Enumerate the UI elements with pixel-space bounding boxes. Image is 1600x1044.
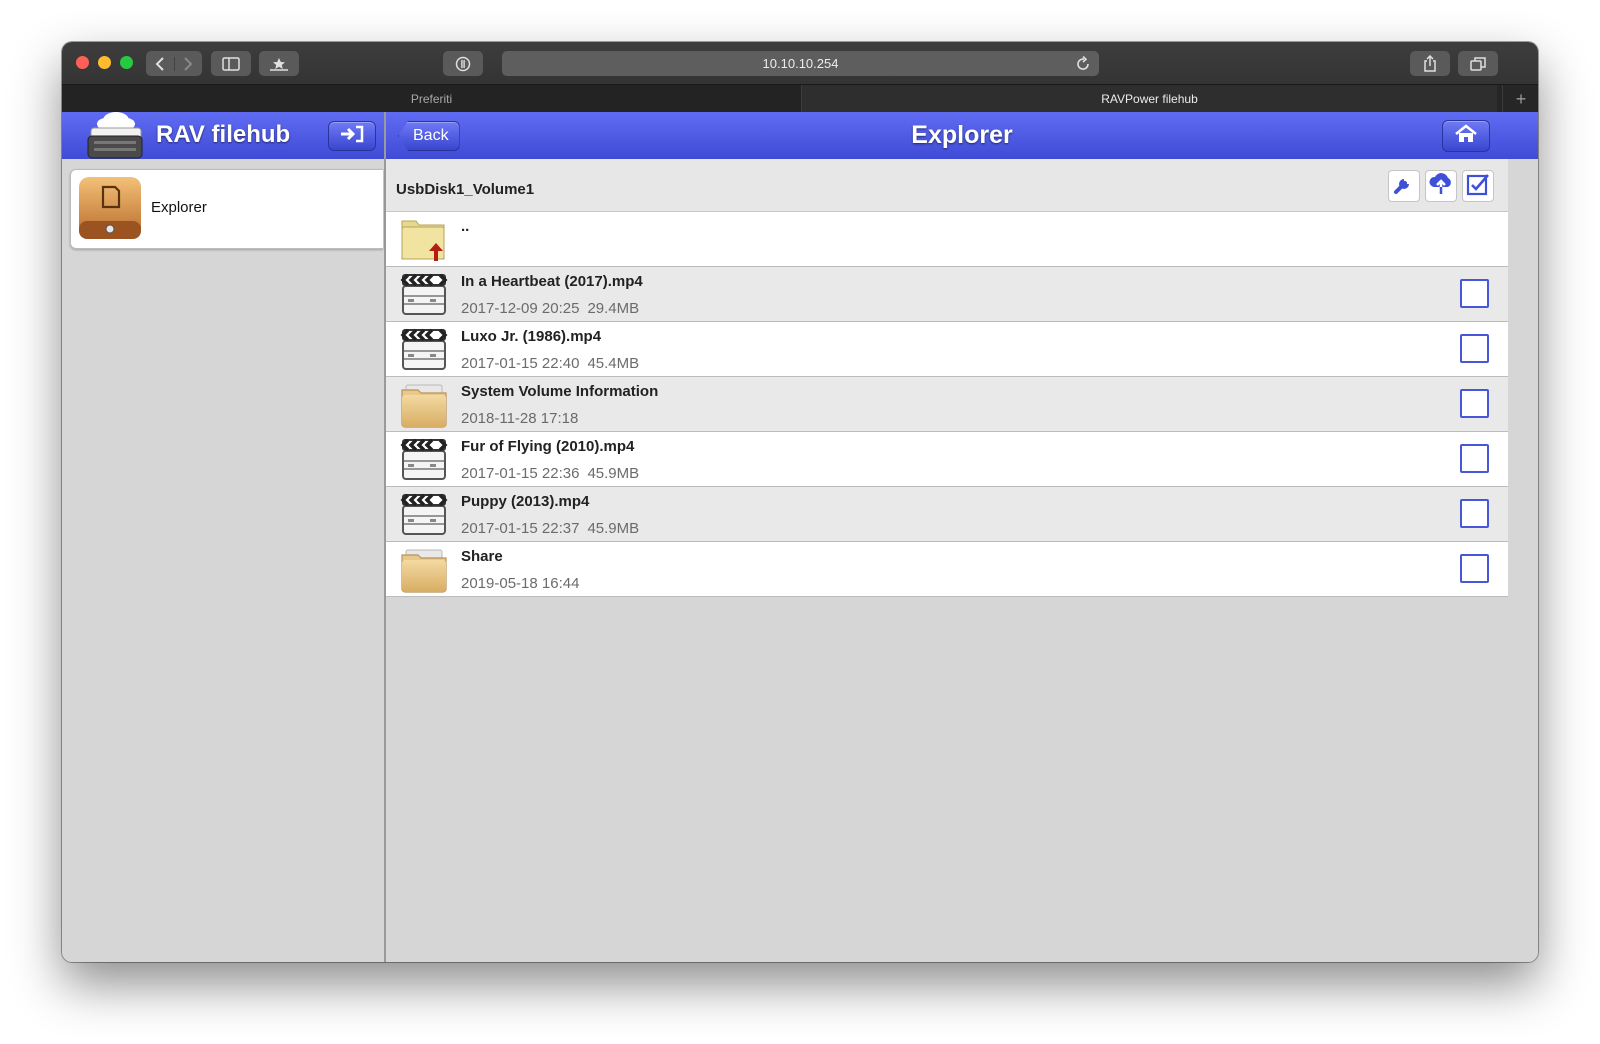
filehub-logo-icon (86, 110, 144, 165)
file-name[interactable]: Share (461, 548, 503, 565)
file-date: 2019-05-18 16:44 (461, 575, 580, 592)
file-select-checkbox[interactable] (1460, 334, 1489, 363)
sidebar-item-label: Explorer (151, 199, 207, 216)
file-explorer: UsbDisk1_Volume1 .. In a Heartbeat (2017… (386, 159, 1538, 962)
bookmarks-star-icon[interactable] (259, 51, 299, 76)
browser-window: 10.10.10.254 Preferiti RAVPower filehub … (62, 42, 1538, 962)
file-date: 2017-12-09 20:25 (461, 300, 580, 317)
file-date: 2017-01-15 22:36 (461, 465, 580, 482)
history-nav-group (146, 51, 202, 76)
zoom-window-button[interactable] (120, 56, 133, 69)
folder-icon (400, 547, 448, 598)
logout-button[interactable] (328, 121, 376, 151)
file-size: 45.9MB (587, 465, 640, 482)
file-select-checkbox[interactable] (1460, 279, 1489, 308)
page-title: Explorer (911, 121, 1013, 149)
logout-icon (339, 125, 365, 148)
parent-folder-label: .. (461, 218, 470, 235)
tab-preferiti[interactable]: Preferiti (62, 85, 802, 113)
file-row[interactable]: Puppy (2013).mp4 2017-01-15 22:37 45.9MB (386, 487, 1508, 542)
sidebar-toggle-icon[interactable] (211, 51, 251, 76)
file-size: 45.9MB (587, 520, 640, 537)
video-file-icon (400, 327, 448, 376)
video-file-icon (400, 272, 448, 321)
file-name[interactable]: Puppy (2013).mp4 (461, 493, 589, 510)
file-row[interactable]: Luxo Jr. (1986).mp4 2017-01-15 22:40 45.4M… (386, 322, 1508, 377)
file-meta: 2017-01-15 22:40 45.4MB (461, 355, 639, 372)
tab-bar: Preferiti RAVPower filehub + (62, 84, 1538, 113)
file-name[interactable]: In a Heartbeat (2017).mp4 (461, 273, 643, 290)
file-meta: 2017-01-15 22:37 45.9MB (461, 520, 639, 537)
file-meta: 2017-01-15 22:36 45.9MB (461, 465, 639, 482)
file-row[interactable]: Share 2019-05-18 16:44 (386, 542, 1508, 597)
file-date: 2017-01-15 22:40 (461, 355, 580, 372)
file-size: 45.4MB (587, 355, 640, 372)
file-row[interactable]: In a Heartbeat (2017).mp4 2017-12-09 20:2… (386, 267, 1508, 322)
forward-nav-icon[interactable] (175, 56, 203, 71)
parent-folder-row[interactable]: .. (386, 212, 1508, 267)
select-all-icon (1466, 172, 1490, 201)
close-window-button[interactable] (76, 56, 89, 69)
settings-button[interactable] (1388, 170, 1420, 202)
file-row[interactable]: System Volume Information 2018-11-28 17:1… (386, 377, 1508, 432)
file-select-checkbox[interactable] (1460, 499, 1489, 528)
folder-up-icon (400, 217, 446, 268)
share-icon[interactable] (1410, 51, 1450, 76)
explorer-icon (79, 177, 141, 244)
file-meta: 2017-12-09 20:25 29.4MB (461, 300, 639, 317)
sidebar-item-explorer[interactable]: Explorer (70, 169, 383, 249)
file-list: .. In a Heartbeat (2017).mp4 2017-12-09 2… (386, 212, 1508, 597)
minimize-window-button[interactable] (98, 56, 111, 69)
cloud-upload-icon (1428, 172, 1454, 200)
back-nav-icon[interactable] (146, 56, 175, 71)
reload-icon[interactable] (1076, 55, 1090, 76)
select-all-button[interactable] (1462, 170, 1494, 202)
file-meta: 2018-11-28 17:18 (461, 410, 578, 427)
file-date: 2018-11-28 17:18 (461, 410, 579, 427)
file-select-checkbox[interactable] (1460, 389, 1489, 418)
privacy-report-icon[interactable] (443, 51, 483, 76)
file-select-checkbox[interactable] (1460, 444, 1489, 473)
wrench-icon (1393, 173, 1415, 200)
file-meta: 2019-05-18 16:44 (461, 575, 579, 592)
file-date: 2017-01-15 22:37 (461, 520, 580, 537)
folder-icon (400, 382, 448, 433)
tab-ravpower-filehub[interactable]: RAVPower filehub (802, 85, 1497, 113)
browser-toolbar: 10.10.10.254 (62, 42, 1538, 84)
new-tab-button[interactable]: + (1502, 85, 1538, 113)
show-tabs-icon[interactable] (1458, 51, 1498, 76)
back-button[interactable]: Back (398, 121, 460, 151)
sidebar: Explorer (62, 159, 384, 962)
video-file-icon (400, 437, 448, 486)
file-name[interactable]: Luxo Jr. (1986).mp4 (461, 328, 601, 345)
url-text: 10.10.10.254 (762, 56, 839, 71)
upload-button[interactable] (1425, 170, 1457, 202)
file-row[interactable]: Fur of Flying (2010).mp4 2017-01-15 22:36… (386, 432, 1508, 487)
address-bar[interactable]: 10.10.10.254 (502, 51, 1099, 76)
app-header: RAV filehub Explorer Back (62, 112, 1538, 160)
file-name[interactable]: Fur of Flying (2010).mp4 (461, 438, 634, 455)
file-select-checkbox[interactable] (1460, 554, 1489, 583)
path-bar: UsbDisk1_Volume1 (386, 159, 1508, 212)
file-name[interactable]: System Volume Information (461, 383, 658, 400)
home-button[interactable] (1442, 120, 1490, 152)
file-size: 29.4MB (587, 300, 640, 317)
app-title: RAV filehub (156, 121, 291, 148)
video-file-icon (400, 492, 448, 541)
home-icon (1454, 123, 1478, 149)
